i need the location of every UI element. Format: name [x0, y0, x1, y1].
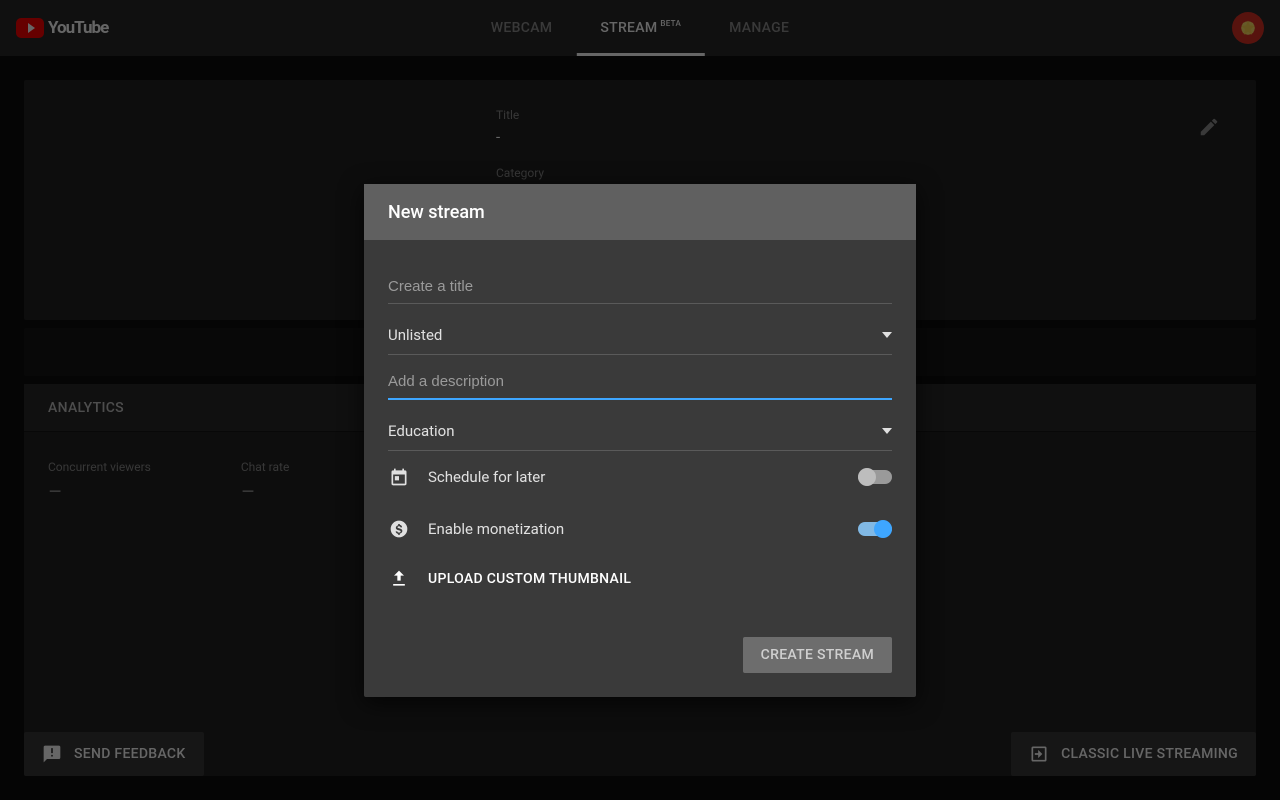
calendar-icon	[388, 467, 410, 487]
create-stream-button[interactable]: CREATE STREAM	[743, 637, 892, 673]
monetization-toggle[interactable]	[858, 522, 892, 536]
select-value: Education	[388, 422, 455, 440]
dialog-title: New stream	[364, 184, 916, 240]
upload-icon	[388, 569, 410, 589]
select-value: Unlisted	[388, 326, 442, 344]
button-label: CREATE STREAM	[761, 647, 874, 663]
privacy-select[interactable]: Unlisted	[388, 316, 892, 355]
upload-thumbnail-button[interactable]: UPLOAD CUSTOM THUMBNAIL	[388, 555, 892, 603]
monetization-row: Enable monetization	[388, 503, 892, 555]
chevron-down-icon	[882, 332, 892, 338]
schedule-row: Schedule for later	[388, 451, 892, 503]
schedule-toggle[interactable]	[858, 470, 892, 484]
stream-title-input[interactable]	[388, 270, 892, 304]
monetization-label: Enable monetization	[428, 520, 840, 538]
new-stream-dialog: New stream Unlisted Education Schedule f…	[364, 184, 916, 697]
schedule-label: Schedule for later	[428, 468, 840, 486]
title-field	[388, 270, 892, 304]
stream-description-input[interactable]	[388, 365, 892, 400]
modal-overlay[interactable]: New stream Unlisted Education Schedule f…	[0, 0, 1280, 800]
description-field	[388, 365, 892, 400]
upload-label: UPLOAD CUSTOM THUMBNAIL	[428, 571, 631, 587]
chevron-down-icon	[882, 428, 892, 434]
dollar-icon	[388, 519, 410, 539]
category-select[interactable]: Education	[388, 412, 892, 451]
